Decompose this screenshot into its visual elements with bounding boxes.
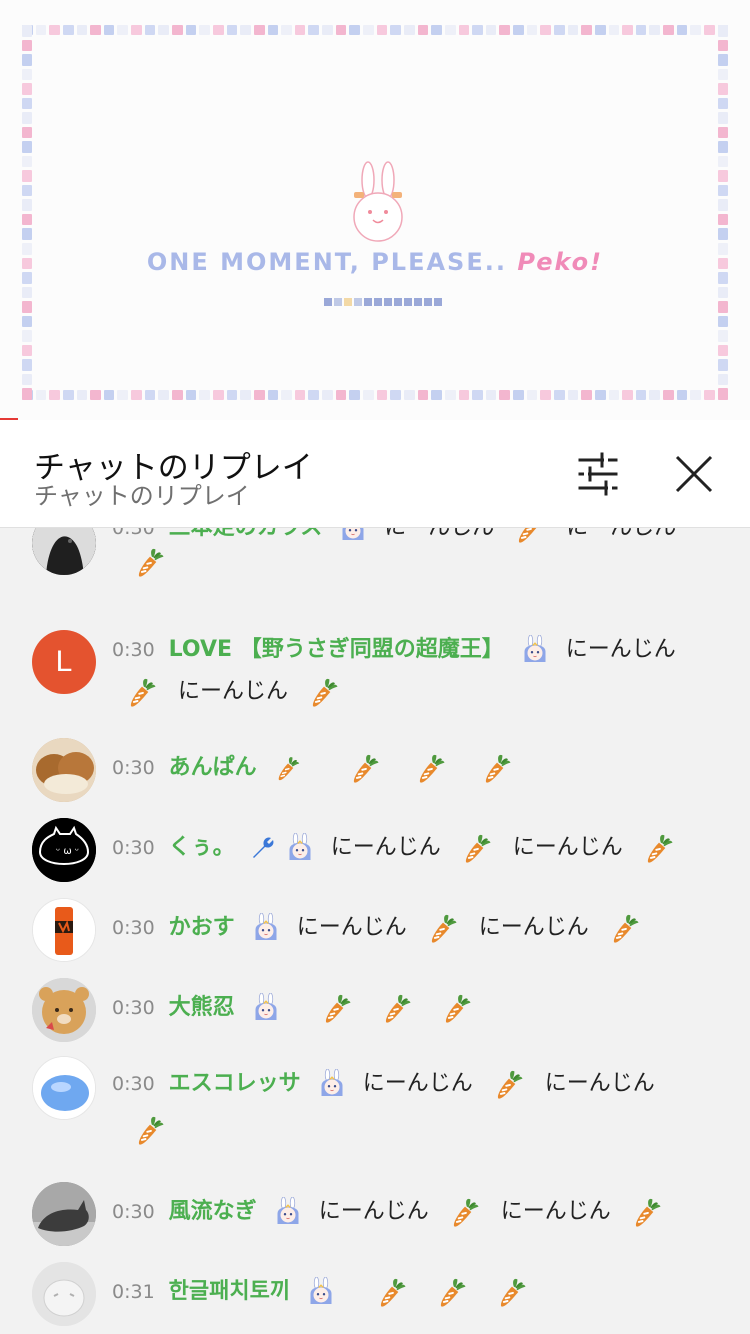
loading-message-peko: Peko! bbox=[517, 248, 604, 276]
message-author[interactable]: LOVE 【野うさぎ同盟の超魔王】 bbox=[169, 637, 504, 662]
avatar bbox=[32, 978, 96, 1042]
svg-text:ᵕ ω ᵕ: ᵕ ω ᵕ bbox=[56, 846, 79, 857]
message-text: にーんじん bbox=[362, 1071, 473, 1096]
carrot-emoji-icon bbox=[459, 830, 495, 866]
message-text: にーんじん bbox=[544, 1071, 655, 1096]
message-text: にーんじん bbox=[318, 1199, 429, 1224]
close-icon[interactable] bbox=[668, 448, 720, 500]
message-line: 0:30 大熊忍 bbox=[112, 986, 720, 1030]
carrot-emoji-icon bbox=[379, 990, 415, 1026]
message-line: 0:31 한글패치토끼 bbox=[112, 1270, 720, 1314]
message-line: 0:30 あんぱん bbox=[112, 746, 720, 790]
pekora-emoji-icon bbox=[285, 833, 315, 863]
message-text: にーんじん bbox=[512, 835, 623, 860]
carrot-emoji-icon bbox=[306, 674, 342, 710]
message-author[interactable]: あんぱん bbox=[169, 755, 257, 780]
loading-indicator bbox=[324, 298, 442, 306]
carrot-emoji-icon bbox=[494, 1274, 530, 1310]
wrench-icon bbox=[252, 837, 274, 858]
avatar bbox=[32, 528, 96, 575]
message-author[interactable]: くぅ。 bbox=[169, 835, 235, 860]
carrot-emoji-icon bbox=[479, 750, 515, 786]
pekora-emoji-icon bbox=[251, 993, 281, 1023]
video-player[interactable]: ONE MOMENT, PLEASE.. Peko! bbox=[0, 0, 750, 420]
carrot-emoji-icon bbox=[347, 750, 383, 786]
carrot-emoji-icon bbox=[413, 750, 449, 786]
carrot-emoji-icon bbox=[319, 990, 355, 1026]
message-line: 0:30 風流なぎ にーんじん にーんじん bbox=[112, 1190, 720, 1234]
bunny-emoji-icon bbox=[306, 1277, 336, 1307]
carrot-emoji-icon bbox=[439, 990, 475, 1026]
pekora-emoji-icon bbox=[338, 528, 368, 543]
avatar bbox=[32, 1056, 96, 1120]
message-time: 0:31 bbox=[112, 1281, 155, 1303]
message-line: 0:30 エスコレッサ にーんじん にーんじん bbox=[112, 1062, 720, 1106]
pekora-emoji-icon bbox=[317, 1069, 347, 1099]
header-subtitle: チャットのリプレイ bbox=[34, 482, 250, 510]
avatar: ᵕ ω ᵕ bbox=[32, 818, 96, 882]
message-author[interactable]: かおす bbox=[169, 915, 235, 940]
message-time: 0:30 bbox=[112, 997, 155, 1019]
message-author[interactable]: 三本足のカラス bbox=[169, 528, 323, 540]
carrot-emoji-icon bbox=[425, 910, 461, 946]
message-line: 0:30 かおす にーんじん にーんじん bbox=[112, 906, 720, 950]
loading-message-text: ONE MOMENT, PLEASE.. bbox=[146, 248, 507, 276]
carrot-emoji-icon bbox=[132, 1112, 168, 1148]
chat-replay-header: チャットのリプレイ チャットのリプレイ bbox=[0, 420, 750, 528]
message-text: にーんじん bbox=[330, 835, 441, 860]
message-text: にーんじん bbox=[566, 528, 676, 540]
carrot-emoji-icon bbox=[629, 1194, 665, 1230]
avatar bbox=[32, 738, 96, 802]
carrot-emoji-icon bbox=[512, 528, 548, 546]
message-text: にーんじん bbox=[565, 637, 676, 662]
carrot-emoji-icon bbox=[607, 910, 643, 946]
avatar bbox=[32, 898, 96, 962]
message-time: 0:30 bbox=[112, 1201, 155, 1223]
avatar bbox=[32, 1262, 96, 1326]
filter-settings-icon[interactable] bbox=[572, 450, 624, 498]
message-author[interactable]: エスコレッサ bbox=[169, 1071, 301, 1096]
message-author[interactable]: 風流なぎ bbox=[169, 1199, 257, 1224]
message-text: にーんじん bbox=[500, 1199, 611, 1224]
carrot-emoji-icon bbox=[273, 753, 303, 783]
carrot-emoji-icon bbox=[491, 1066, 527, 1102]
message-time: 0:30 bbox=[112, 528, 155, 539]
message-author[interactable]: 한글패치토끼 bbox=[169, 1279, 290, 1304]
carrot-emoji-icon bbox=[434, 1274, 470, 1310]
message-text: にーんじん bbox=[384, 528, 494, 540]
pekora-emoji-icon bbox=[520, 635, 550, 665]
message-line: 0:30 くぅ。 にーんじん にーんじん bbox=[112, 826, 720, 870]
message-time: 0:30 bbox=[112, 757, 155, 779]
carrot-emoji-icon bbox=[132, 544, 168, 580]
bunny-mascot-icon bbox=[353, 161, 403, 242]
carrot-emoji-icon bbox=[641, 830, 677, 866]
carrot-emoji-icon bbox=[447, 1194, 483, 1230]
message-time: 0:30 bbox=[112, 917, 155, 939]
message-line: 0:30 三本足のカラス にーんじん にーんじん bbox=[112, 528, 720, 550]
message-line: 0:30 LOVE 【野うさぎ同盟の超魔王】 にーんじん bbox=[112, 628, 720, 672]
message-time: 0:30 bbox=[112, 639, 155, 661]
message-author[interactable]: 大熊忍 bbox=[169, 995, 235, 1020]
carrot-emoji-icon bbox=[374, 1274, 410, 1310]
message-text: にーんじん bbox=[478, 915, 589, 940]
avatar bbox=[32, 1182, 96, 1246]
message-text: にーんじん bbox=[296, 915, 407, 940]
message-time: 0:30 bbox=[112, 1073, 155, 1095]
avatar: L bbox=[32, 630, 96, 694]
carrot-emoji-icon bbox=[124, 674, 160, 710]
chat-message-list[interactable]: 0:30三本足のカラスにーんじんにーんじん L 0:30LOVE 【野うさぎ同盟… bbox=[0, 528, 750, 1334]
loading-message: ONE MOMENT, PLEASE.. Peko! bbox=[0, 248, 750, 276]
pekora-emoji-icon bbox=[273, 1197, 303, 1227]
message-line: にーんじん bbox=[124, 670, 720, 714]
message-text: にーんじん bbox=[178, 679, 289, 704]
message-time: 0:30 bbox=[112, 837, 155, 859]
bunny-sunglasses-emoji-icon bbox=[251, 913, 281, 943]
